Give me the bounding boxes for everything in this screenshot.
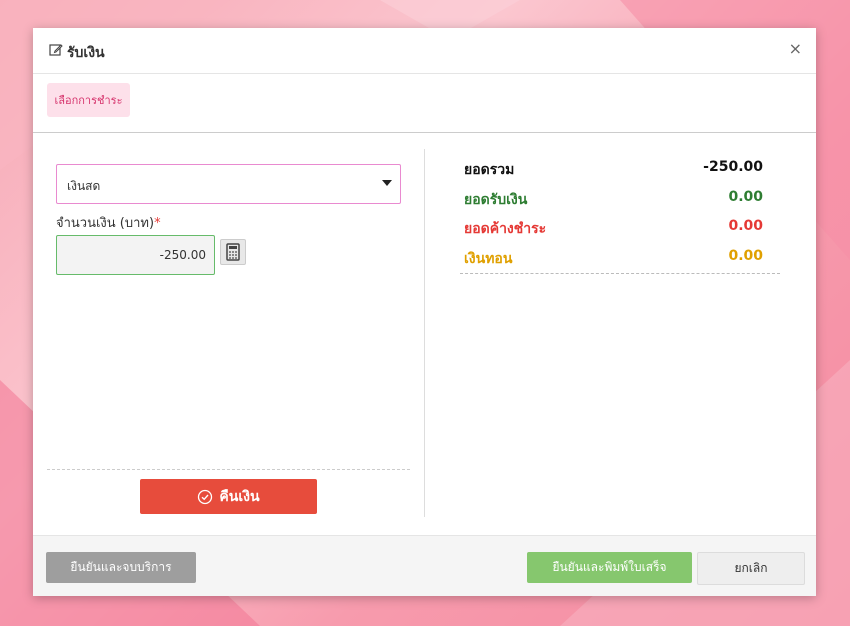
required-mark: *: [154, 216, 161, 231]
calculator-button[interactable]: [220, 239, 246, 265]
summary-total-label: ยอดรวม: [464, 162, 515, 178]
summary-row-total: ยอดรวม -250.00: [460, 156, 780, 186]
tab-select-payment[interactable]: เลือกการชำระ: [47, 83, 130, 117]
dialog-title: รับเงิน: [67, 45, 105, 61]
confirm-finish-button[interactable]: ยืนยันและจบบริการ: [46, 552, 196, 583]
payment-summary: ยอดรวม -250.00 ยอดรับเงิน 0.00 ยอดค้างชำ…: [460, 156, 780, 274]
summary-outstanding-label: ยอดค้างชำระ: [464, 221, 547, 237]
summary-row-outstanding: ยอดค้างชำระ 0.00: [460, 215, 780, 245]
amount-input[interactable]: -250.00: [56, 235, 215, 275]
confirm-print-button[interactable]: ยืนยันและพิมพ์ใบเสร็จ: [527, 552, 692, 583]
calculator-icon: [226, 243, 240, 261]
summary-divider: [460, 273, 780, 274]
edit-icon: [49, 44, 63, 56]
summary-outstanding-value: 0.00: [728, 218, 763, 234]
vertical-divider: [424, 149, 425, 517]
dialog-header: รับเงิน ×: [33, 28, 816, 74]
amount-label: จำนวนเงิน (บาท)*: [56, 212, 161, 233]
dropdown-caret-icon: [382, 180, 392, 186]
amount-label-text: จำนวนเงิน (บาท): [56, 216, 155, 231]
summary-received-value: 0.00: [728, 188, 763, 205]
refund-button-label: คืนเงิน: [219, 488, 260, 505]
summary-received-label: ยอดรับเงิน: [464, 191, 528, 208]
payment-method-value: เงินสด: [67, 179, 101, 193]
payment-tab-bar: เลือกการชำระ: [33, 73, 816, 133]
confirm-finish-label: ยืนยันและจบบริการ: [70, 560, 172, 574]
summary-change-value: 0.00: [728, 247, 763, 264]
left-divider: [47, 469, 410, 470]
payment-form-pane: เงินสด จำนวนเงิน (บาท)* -250.00: [47, 133, 410, 518]
dialog-footer: ยืนยันและจบบริการ ยืนยันและพิมพ์ใบเสร็จ …: [33, 535, 816, 596]
check-circle-icon: [198, 489, 213, 504]
cancel-button[interactable]: ยกเลิก: [697, 552, 805, 585]
amount-input-value: -250.00: [159, 248, 206, 262]
payment-method-select[interactable]: เงินสด: [56, 164, 401, 204]
summary-total-value: -250.00: [703, 159, 763, 175]
cancel-label: ยกเลิก: [734, 561, 768, 575]
receive-payment-dialog: รับเงิน × เลือกการชำระ เงินสด จำนวนเงิน …: [33, 28, 816, 596]
tab-select-payment-label: เลือกการชำระ: [54, 94, 123, 107]
summary-row-received: ยอดรับเงิน 0.00: [460, 186, 780, 216]
summary-row-change: เงินทอน 0.00: [460, 245, 780, 275]
close-icon[interactable]: ×: [789, 39, 802, 58]
confirm-print-label: ยืนยันและพิมพ์ใบเสร็จ: [552, 560, 667, 574]
refund-button[interactable]: คืนเงิน: [140, 479, 317, 514]
summary-change-label: เงินทอน: [464, 250, 513, 267]
